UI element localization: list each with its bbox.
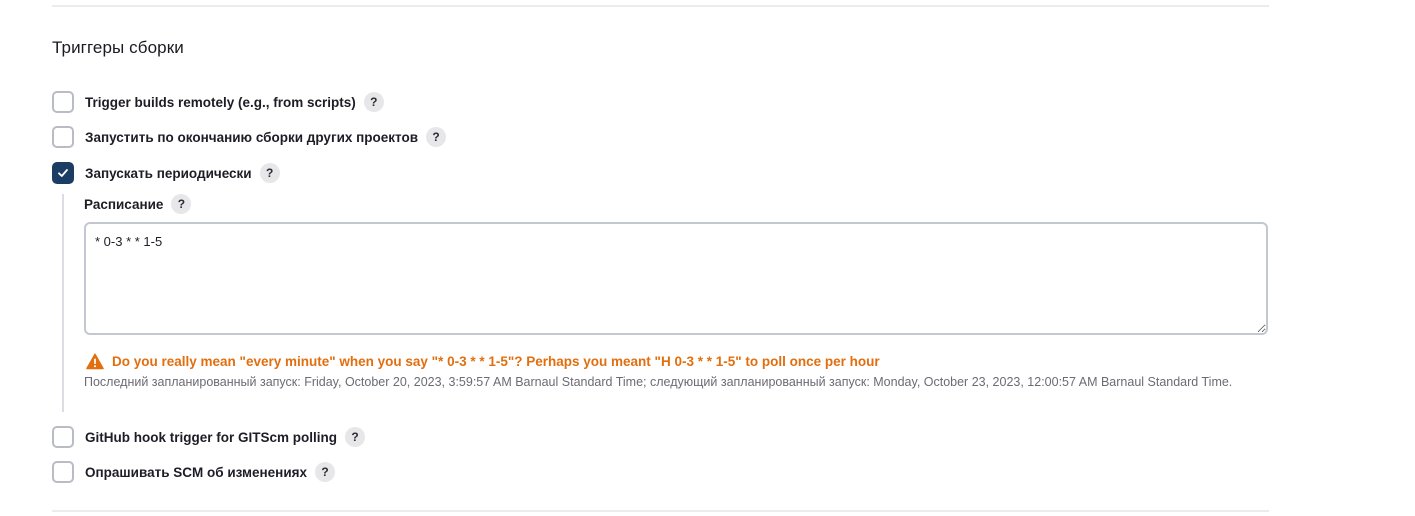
help-icon[interactable]: ?	[259, 163, 280, 183]
bottom-divider	[52, 510, 1269, 512]
check-icon	[58, 169, 68, 177]
checkbox-github-hook-trigger[interactable]	[52, 426, 74, 448]
option-label: Trigger builds remotely (e.g., from scri…	[85, 94, 356, 110]
option-label: Опрашивать SCM об изменениях	[85, 464, 308, 480]
checkbox-trigger-after-other-projects[interactable]	[52, 126, 74, 148]
checkbox-build-periodically[interactable]	[52, 162, 74, 184]
schedule-warning: Do you really mean "every minute" when y…	[86, 351, 880, 371]
section-title: Триггеры сборки	[52, 38, 184, 57]
option-label: GitHub hook trigger for GITScm polling	[85, 429, 337, 445]
help-icon[interactable]: ?	[426, 127, 447, 147]
schedule-label: Расписание	[84, 196, 164, 212]
top-divider	[52, 5, 1269, 7]
build-triggers-page: Триггеры сборки Trigger builds remotely …	[0, 0, 1415, 516]
help-icon[interactable]: ?	[171, 194, 192, 214]
checkbox-trigger-remotely[interactable]	[52, 91, 74, 113]
option-poll-scm[interactable]: Опрашивать SCM об изменениях ?	[52, 461, 336, 483]
help-icon[interactable]: ?	[363, 92, 384, 112]
option-label: Запустить по окончанию сборки других про…	[85, 129, 419, 145]
option-trigger-after-other-projects[interactable]: Запустить по окончанию сборки других про…	[52, 126, 447, 148]
option-github-hook-trigger[interactable]: GitHub hook trigger for GITScm polling ?	[52, 426, 365, 448]
warning-triangle-icon	[86, 352, 104, 369]
warning-message: Do you really mean "every minute" when y…	[112, 353, 880, 369]
schedule-info: Последний запланированный запуск: Friday…	[84, 375, 1233, 389]
schedule-label-row: Расписание ?	[84, 194, 192, 214]
option-build-periodically[interactable]: Запускать периодически ?	[52, 162, 280, 184]
help-icon[interactable]: ?	[345, 427, 365, 447]
schedule-block: Расписание ? Do you really mean "every m…	[62, 194, 1272, 412]
schedule-textarea[interactable]	[84, 222, 1268, 335]
checkbox-poll-scm[interactable]	[52, 461, 74, 483]
help-icon[interactable]: ?	[315, 462, 336, 482]
option-trigger-remotely[interactable]: Trigger builds remotely (e.g., from scri…	[52, 91, 384, 113]
option-label: Запускать периодически	[85, 165, 252, 181]
